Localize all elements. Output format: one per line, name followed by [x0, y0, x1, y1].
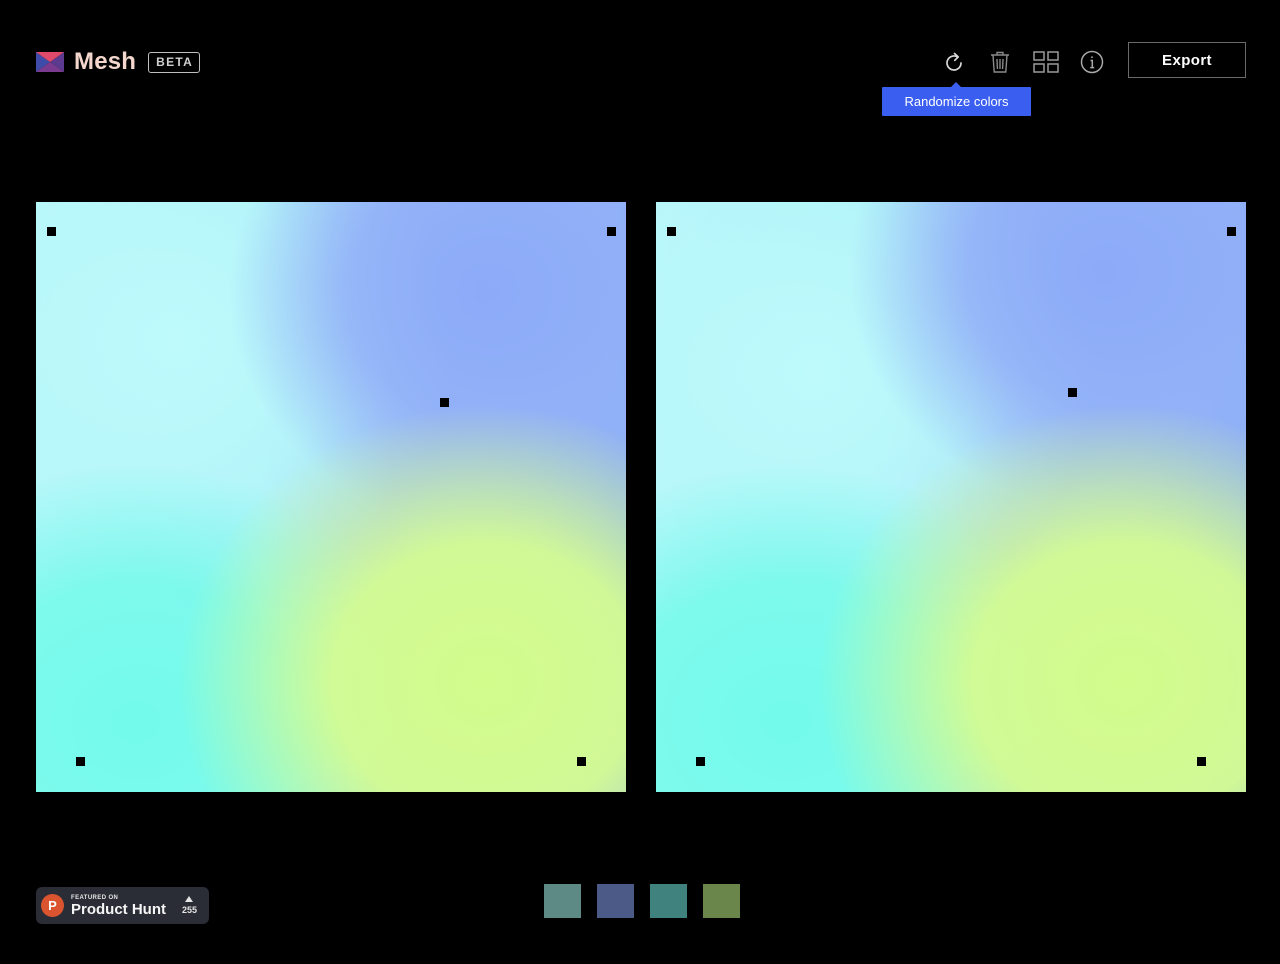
left-gradient-canvas[interactable]: [36, 202, 626, 792]
randomize-button[interactable]: [938, 46, 970, 78]
control-point-bottom-right[interactable]: [577, 757, 586, 766]
control-point-top-left[interactable]: [47, 227, 56, 236]
randomize-tooltip: Randomize colors: [882, 82, 1031, 116]
app-name: Mesh: [74, 48, 137, 75]
producthunt-name: Product Hunt: [71, 900, 166, 918]
control-point-bottom-left[interactable]: [696, 757, 705, 766]
upvote-arrow-icon: [185, 896, 194, 902]
color-swatch[interactable]: [650, 884, 687, 918]
producthunt-logo-icon: P: [41, 894, 64, 917]
producthunt-votes: 255: [182, 896, 197, 915]
producthunt-text: FEATURED ON Product Hunt: [71, 894, 166, 918]
export-button[interactable]: Export: [1128, 42, 1246, 78]
info-icon: [1080, 50, 1104, 74]
gradient-green-area: [176, 402, 626, 792]
brand: Mesh BETA: [36, 48, 201, 76]
control-point-top-right[interactable]: [1227, 227, 1236, 236]
color-swatch[interactable]: [703, 884, 740, 918]
color-swatch[interactable]: [544, 884, 581, 918]
beta-badge: BETA: [148, 51, 201, 73]
toolbar: [938, 46, 1108, 78]
grid-icon: [1033, 51, 1059, 73]
control-point-center[interactable]: [440, 398, 449, 407]
control-point-bottom-left[interactable]: [76, 757, 85, 766]
control-point-center[interactable]: [1068, 388, 1077, 397]
control-point-top-left[interactable]: [667, 227, 676, 236]
right-gradient-canvas[interactable]: [656, 202, 1246, 792]
info-button[interactable]: [1076, 46, 1108, 78]
color-swatch[interactable]: [597, 884, 634, 918]
mesh-logo-icon: [36, 52, 64, 72]
producthunt-badge[interactable]: P FEATURED ON Product Hunt 255: [36, 887, 209, 924]
control-point-top-right[interactable]: [607, 227, 616, 236]
trash-icon: [991, 51, 1009, 73]
gradient-green-area: [816, 402, 1246, 792]
grid-button[interactable]: [1030, 46, 1062, 78]
control-point-bottom-right[interactable]: [1197, 757, 1206, 766]
color-swatches: [544, 884, 740, 918]
vote-count: 255: [181, 905, 197, 915]
refresh-icon: [946, 52, 962, 71]
delete-button[interactable]: [984, 46, 1016, 78]
